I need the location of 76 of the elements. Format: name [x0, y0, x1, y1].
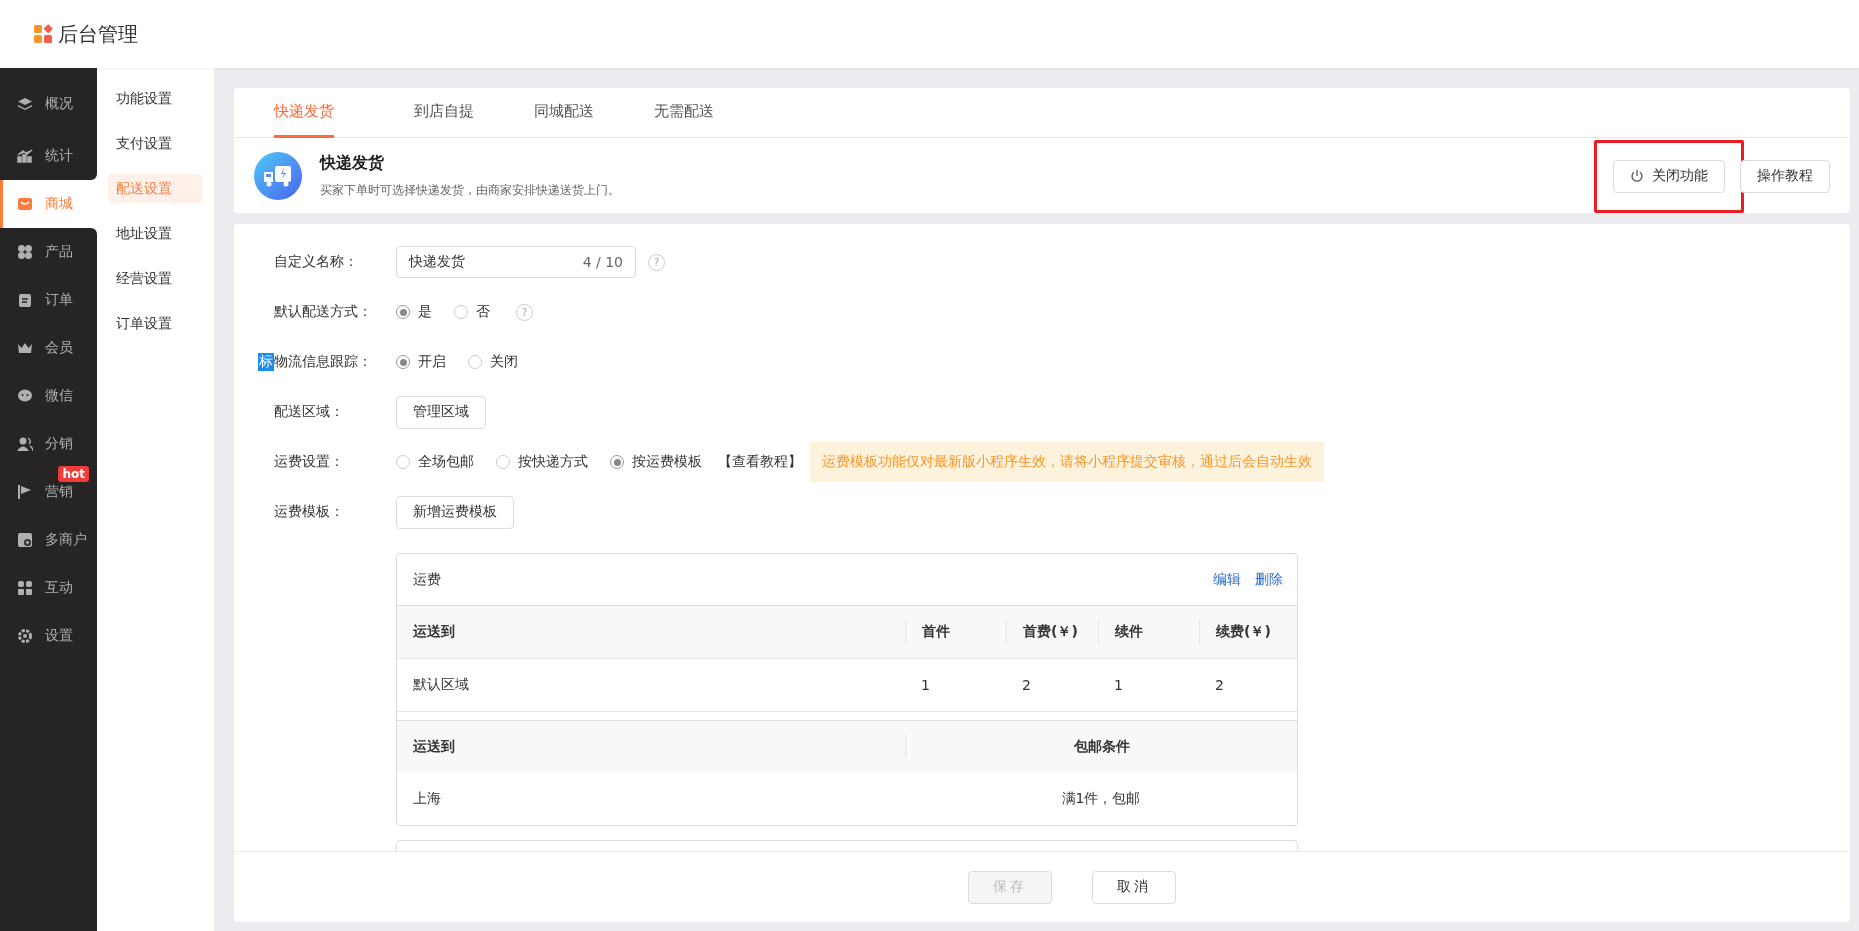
tab[interactable]: 同城配送 — [514, 88, 614, 138]
nav-item[interactable]: 产品 — [0, 228, 97, 276]
tutorial-link[interactable]: 【查看教程】 — [718, 453, 802, 471]
action-link[interactable]: 删除 — [1255, 570, 1283, 589]
field-label: 物流信息跟踪： — [274, 353, 373, 371]
column-header: 续费(￥) — [1199, 620, 1297, 644]
feature-description: 买家下单时可选择快递发货，由商家安排快递送货上门。 — [320, 182, 621, 199]
submenu-item[interactable]: 经营设置 — [108, 264, 202, 293]
logo-icon — [34, 24, 54, 44]
column-header: 首费(￥) — [1006, 620, 1098, 644]
table-cell-text: 2 — [1214, 676, 1225, 695]
action-link[interactable]: 编辑 — [1213, 570, 1241, 589]
notice-banner: 运费模板功能仅对最新版小程序生效，请将小程序提交审核，通过后会自动生效 — [810, 442, 1324, 482]
nav-item[interactable]: 微信 — [0, 372, 97, 420]
feature-title: 快递发货 — [320, 153, 385, 174]
table-cell-text: 默认区域 — [412, 675, 470, 694]
nav-item[interactable]: 互动 — [0, 564, 97, 612]
hot-badge: hot — [58, 466, 89, 482]
radio-option[interactable]: 按运费模板 — [610, 453, 702, 471]
tag-badge: 标 — [258, 353, 274, 371]
nav-icon — [17, 244, 33, 260]
submenu-item[interactable]: 订单设置 — [108, 309, 202, 338]
radio-option[interactable]: 开启 — [396, 353, 446, 371]
nav-item[interactable]: 会员 — [0, 324, 97, 372]
field-label: 运费模板： — [274, 503, 345, 521]
table-cell-text: 1 — [1113, 676, 1124, 695]
tab[interactable]: 无需配送 — [634, 88, 734, 138]
field-label: 默认配送方式： — [274, 303, 373, 321]
tutorial-button[interactable]: 操作教程 — [1740, 159, 1830, 193]
column-header: 运送到 — [412, 737, 456, 756]
column-header: 续件 — [1098, 620, 1199, 644]
nav-item[interactable]: 设置 — [0, 612, 97, 660]
action-button[interactable]: 新增运费模板 — [396, 495, 514, 529]
field-label: 自定义名称： — [274, 253, 359, 271]
app-title: 后台管理 — [58, 20, 138, 48]
template-name: 运费 — [413, 570, 441, 589]
nav-icon — [17, 532, 33, 548]
nav-item[interactable]: 分销 — [0, 420, 97, 468]
field-label: 运费设置： — [274, 453, 345, 471]
nav-icon — [17, 292, 33, 308]
table-cell-text: 2 — [1021, 676, 1032, 695]
table-cell-text: 上海 — [412, 789, 442, 808]
nav-item[interactable]: 统计 — [0, 132, 97, 180]
nav-item[interactable]: hot 营销 — [0, 468, 97, 516]
nav-icon — [17, 96, 33, 112]
nav-icon — [17, 436, 33, 452]
submenu-item[interactable]: 支付设置 — [108, 129, 202, 158]
field-label: 配送区域： — [274, 403, 345, 421]
table-cell-text: 1 — [920, 676, 931, 695]
radio-option[interactable]: 是 — [396, 303, 432, 321]
radio-option[interactable]: 按快递方式 — [496, 453, 588, 471]
nav-icon — [17, 148, 33, 164]
column-header: 运送到 — [412, 622, 456, 641]
tab[interactable]: 到店自提 — [394, 88, 494, 138]
column-header: 包邮条件 — [905, 735, 1297, 759]
submenu-item[interactable]: 地址设置 — [108, 219, 202, 248]
nav-icon — [17, 484, 33, 500]
radio-option[interactable]: 全场包邮 — [396, 453, 474, 471]
nav-icon — [17, 580, 33, 596]
nav-item[interactable]: 多商户 — [0, 516, 97, 564]
column-header: 首件 — [905, 620, 1006, 644]
nav-item[interactable]: 概况 — [0, 68, 97, 132]
radio-option[interactable]: 否 — [454, 303, 490, 321]
nav-icon — [17, 628, 33, 644]
nav-item[interactable]: 订单 — [0, 276, 97, 324]
table-cell-text: 满1件，包邮 — [1060, 789, 1142, 808]
name-input[interactable]: 快递发货 4 / 10 — [396, 246, 636, 278]
nav-icon — [17, 196, 33, 212]
power-icon — [1630, 169, 1644, 183]
submenu-item[interactable]: 功能设置 — [108, 84, 202, 113]
radio-option[interactable]: 关闭 — [468, 353, 518, 371]
nav-icon — [17, 388, 33, 404]
action-button[interactable]: 管理区域 — [396, 395, 486, 429]
cancel-button[interactable]: 取消 — [1092, 870, 1176, 904]
close-feature-button[interactable]: 关闭功能 — [1613, 159, 1725, 193]
truck-icon — [254, 152, 302, 200]
